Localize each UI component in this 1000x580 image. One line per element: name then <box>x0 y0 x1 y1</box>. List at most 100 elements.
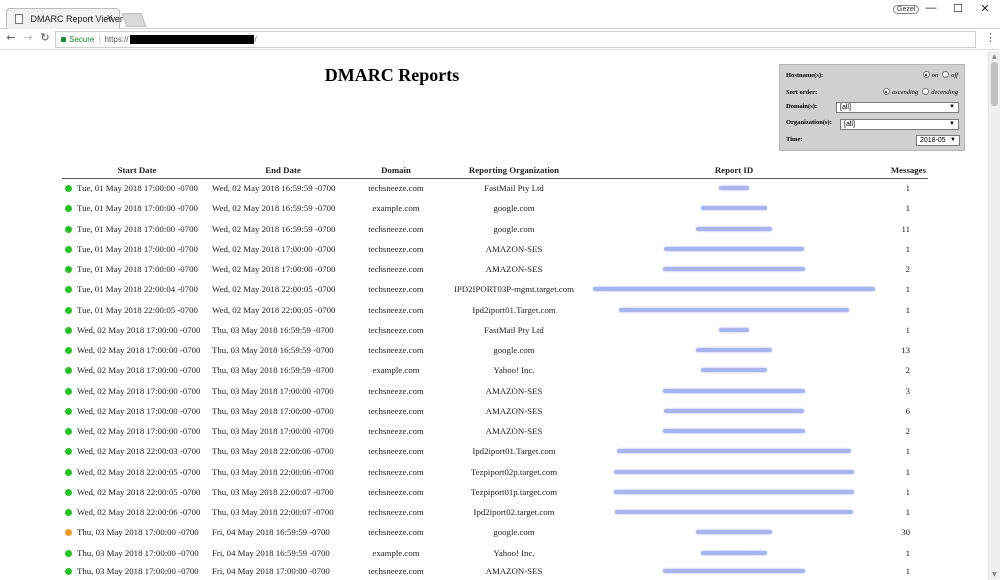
report-id-link[interactable] <box>615 510 853 515</box>
scroll-down-icon[interactable]: ▼ <box>992 571 997 578</box>
report-id-link[interactable] <box>664 408 804 413</box>
end-date-cell: Thu, 03 May 2018 22:00:06 -0700 <box>212 446 334 457</box>
report-id-link[interactable] <box>663 568 805 573</box>
report-id-link[interactable] <box>663 267 805 272</box>
start-date: Wed, 02 May 2018 22:00:05 -0700 <box>77 486 201 497</box>
report-id-link[interactable] <box>663 429 805 434</box>
hostname-off-radio[interactable] <box>942 71 950 78</box>
end-date-cell: Thu, 03 May 2018 17:00:00 -0700 <box>212 385 334 396</box>
sort-ascending-radio[interactable] <box>882 88 890 95</box>
report-id-link[interactable] <box>696 348 772 353</box>
scroll-up-icon[interactable]: ▲ <box>992 53 997 60</box>
hostname-on-label: on <box>931 72 939 79</box>
table-row[interactable]: Wed, 02 May 2018 17:00:00 -0700 Thu, 03 M… <box>62 421 928 441</box>
domain-cell: techsneeze.com <box>368 243 424 254</box>
status-dot-icon <box>65 225 72 233</box>
messages-cell: 1 <box>905 243 910 254</box>
report-id-link[interactable] <box>619 307 849 312</box>
table-row[interactable]: Wed, 02 May 2018 17:00:00 -0700 Thu, 03 M… <box>62 360 928 380</box>
end-date-cell: Thu, 03 May 2018 16:59:59 -0700 <box>212 365 334 376</box>
tab-close-icon[interactable]: × <box>107 12 113 24</box>
table-row[interactable]: Wed, 02 May 2018 17:00:00 -0700 Thu, 03 M… <box>62 381 928 401</box>
header-reporting-organization[interactable]: Reporting Organization <box>438 162 590 179</box>
messages-cell: 1 <box>905 446 910 457</box>
end-date-cell: Thu, 03 May 2018 16:59:59 -0700 <box>212 324 334 335</box>
hostname-on-radio[interactable] <box>922 71 930 78</box>
back-arrow-icon[interactable]: ← <box>4 31 18 47</box>
table-row[interactable]: Thu, 03 May 2018 17:00:00 -0700 Fri, 04 M… <box>62 522 928 542</box>
table-row[interactable]: Wed, 02 May 2018 17:00:00 -0700 Thu, 03 M… <box>62 401 928 421</box>
domain-cell: techsneeze.com <box>368 405 424 416</box>
report-id-cell <box>590 219 878 239</box>
window-close-icon[interactable]: ✕ <box>972 2 998 16</box>
table-row[interactable]: Tue, 01 May 2018 17:00:00 -0700 Wed, 02 M… <box>62 239 928 259</box>
start-date: Thu, 03 May 2018 17:00:00 -0700 <box>77 527 199 538</box>
user-profile-badge[interactable]: Gezel <box>893 5 920 14</box>
url-input[interactable]: Secure | https:// / <box>55 31 976 48</box>
header-report-id[interactable]: Report ID <box>590 162 878 179</box>
report-id-link[interactable] <box>593 287 875 292</box>
table-row[interactable]: Tue, 01 May 2018 17:00:00 -0700 Wed, 02 M… <box>62 198 928 218</box>
report-id-link[interactable] <box>614 489 854 494</box>
reload-icon[interactable]: ↻ <box>38 31 52 47</box>
document-icon <box>15 14 23 24</box>
forward-arrow-icon[interactable]: → <box>21 31 35 47</box>
report-id-link[interactable] <box>701 550 767 555</box>
messages-cell: 2 <box>905 264 910 275</box>
start-date-cell: Tue, 01 May 2018 17:00:00 -0700 <box>62 198 212 218</box>
table-row[interactable]: Wed, 02 May 2018 17:00:00 -0700 Thu, 03 M… <box>62 320 928 340</box>
report-id-link[interactable] <box>701 368 767 373</box>
header-domain[interactable]: Domain <box>354 162 438 179</box>
table-row[interactable]: Tue, 01 May 2018 22:00:05 -0700 Wed, 02 M… <box>62 300 928 320</box>
new-tab-button[interactable] <box>121 13 147 27</box>
browser-menu-icon[interactable]: ⋮ <box>985 31 996 44</box>
sort-descending-radio[interactable] <box>922 88 930 95</box>
messages-cell: 1 <box>905 486 910 497</box>
table-row[interactable]: Wed, 02 May 2018 22:00:05 -0700 Thu, 03 M… <box>62 482 928 502</box>
table-row[interactable]: Wed, 02 May 2018 17:00:00 -0700 Thu, 03 M… <box>62 340 928 360</box>
table-row[interactable]: Tue, 01 May 2018 17:00:00 -0700 Wed, 02 M… <box>62 219 928 239</box>
organization-cell: Tezpiport01p.target.com <box>470 486 558 497</box>
organization-select[interactable]: [all] ▼ <box>840 119 959 130</box>
start-date: Tue, 01 May 2018 22:00:05 -0700 <box>77 304 198 315</box>
minimize-icon[interactable]: — <box>918 2 944 16</box>
vertical-scrollbar[interactable]: ▲ ▼ <box>988 51 1000 580</box>
maximize-icon[interactable]: ☐ <box>945 2 971 16</box>
domain-select[interactable]: [all] ▼ <box>836 102 959 113</box>
status-dot-icon <box>65 428 72 436</box>
header-messages[interactable]: Messages <box>878 162 928 179</box>
table-row[interactable]: Thu, 03 May 2018 17:00:00 -0700 Fri, 04 M… <box>62 563 928 579</box>
table-row[interactable]: Wed, 02 May 2018 22:00:05 -0700 Thu, 03 M… <box>62 462 928 482</box>
report-id-link[interactable] <box>696 226 772 231</box>
header-end-date[interactable]: End Date <box>212 162 354 179</box>
header-start-date[interactable]: Start Date <box>62 162 212 179</box>
table-row[interactable]: Tue, 01 May 2018 17:00:00 -0700 Wed, 02 M… <box>62 178 928 198</box>
table-row[interactable]: Thu, 03 May 2018 17:00:00 -0700 Fri, 04 M… <box>62 543 928 563</box>
table-row[interactable]: Wed, 02 May 2018 22:00:06 -0700 Thu, 03 M… <box>62 502 928 522</box>
start-date: Wed, 02 May 2018 17:00:00 -0700 <box>77 365 201 376</box>
domain-cell: example.com <box>372 365 420 376</box>
report-id-link[interactable] <box>719 327 749 332</box>
scrollbar-thumb[interactable] <box>991 62 998 106</box>
table-row[interactable]: Tue, 01 May 2018 17:00:00 -0700 Wed, 02 M… <box>62 259 928 279</box>
messages-cell: 6 <box>905 405 910 416</box>
domain-cell: techsneeze.com <box>368 486 424 497</box>
organization-cell: FastMail Pty Ltd <box>484 324 544 335</box>
table-row[interactable]: Wed, 02 May 2018 22:00:03 -0700 Thu, 03 M… <box>62 441 928 461</box>
report-id-link[interactable] <box>664 246 804 251</box>
report-id-link[interactable] <box>617 449 851 454</box>
end-date-cell: Thu, 03 May 2018 17:00:00 -0700 <box>212 405 334 416</box>
start-date-cell: Wed, 02 May 2018 17:00:00 -0700 <box>62 401 212 421</box>
chevron-down-icon: ▼ <box>949 104 955 110</box>
organization-cell: google.com <box>493 223 535 234</box>
report-id-link[interactable] <box>663 388 805 393</box>
report-id-link[interactable] <box>701 206 767 211</box>
table-row[interactable]: Tue, 01 May 2018 22:00:04 -0700 Wed, 02 M… <box>62 279 928 299</box>
domain-cell: techsneeze.com <box>368 345 424 356</box>
report-id-link[interactable] <box>719 186 749 191</box>
domain-cell: techsneeze.com <box>368 426 424 437</box>
report-id-link[interactable] <box>696 530 772 535</box>
report-id-link[interactable] <box>614 469 854 474</box>
time-select[interactable]: 2018-05 ▼ <box>916 135 960 146</box>
browser-tab[interactable]: DMARC Report Viewer × <box>6 8 123 30</box>
